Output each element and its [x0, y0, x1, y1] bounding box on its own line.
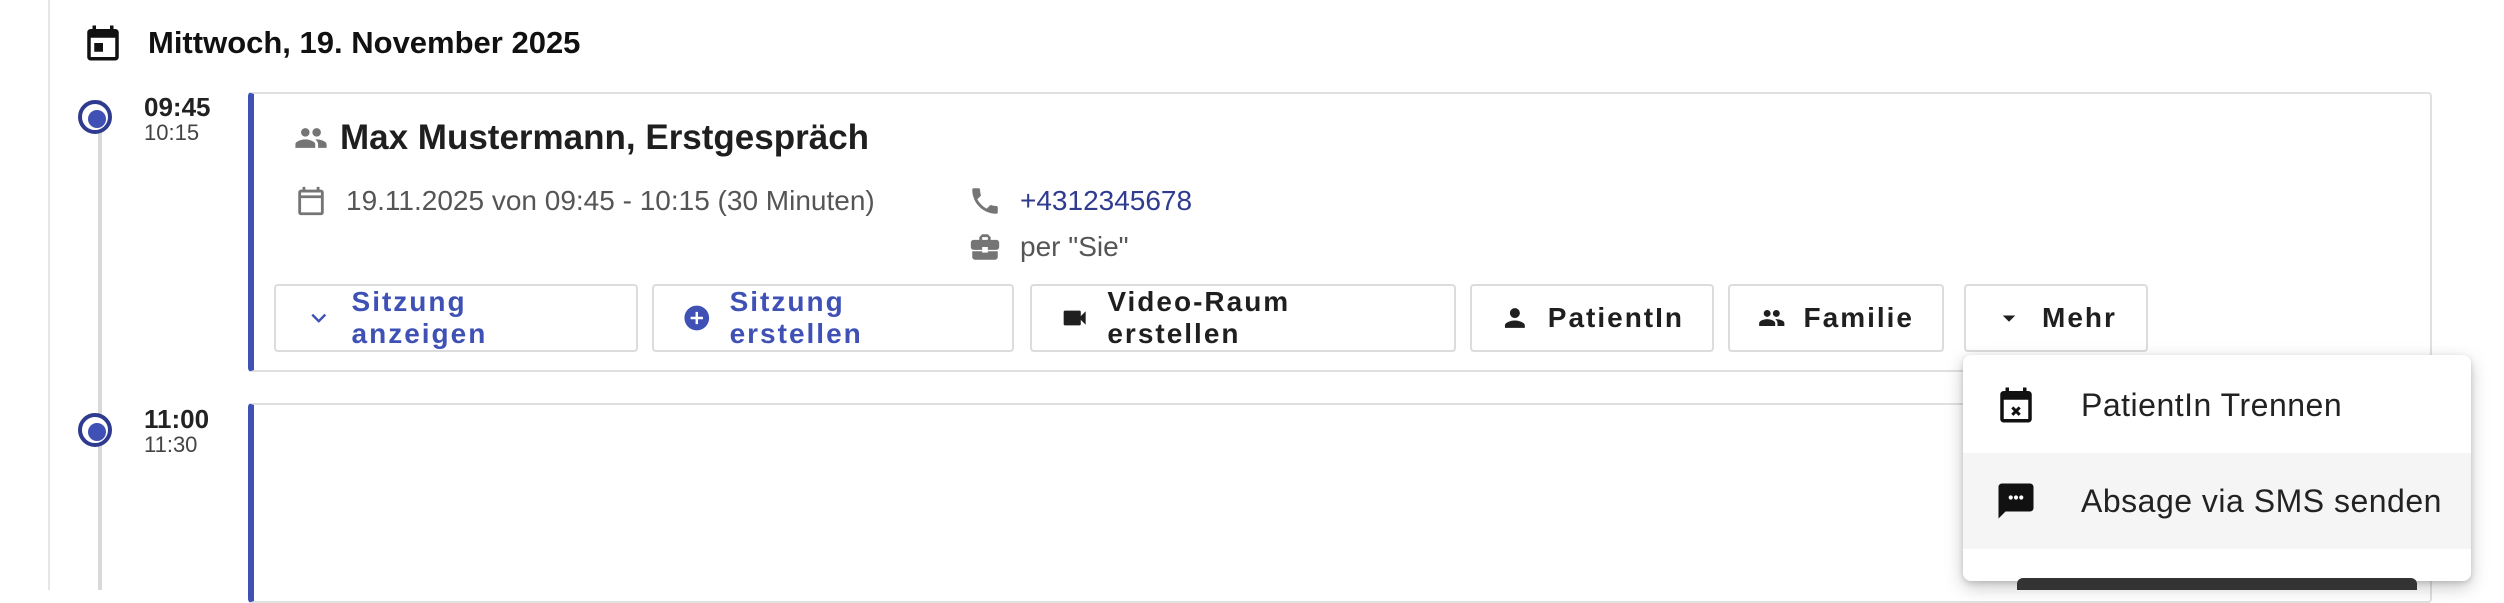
show-session-label: Sitzung anzeigen	[351, 286, 488, 349]
appointment-card[interactable]: Max Mustermann, Erstgespräch 19.11.2025 …	[248, 92, 2432, 372]
more-menu: PatientIn Trennen Absage via SMS senden	[1963, 355, 2471, 581]
phone-link[interactable]: +4312345678	[1020, 185, 1192, 217]
calendar-remove-icon	[2000, 387, 2032, 423]
snackbar-edge	[2017, 578, 2417, 590]
date-range: 19.11.2025 von 09:45 - 10:15 (30 Minuten…	[346, 185, 875, 216]
create-video-room-label: Video-Raum erstellen	[1107, 286, 1291, 349]
create-session-label: Sitzung erstellen	[729, 286, 863, 349]
date-range-row: 19.11.2025 von 09:45 - 10:15 (30 Minuten…	[294, 184, 875, 218]
briefcase-icon	[970, 234, 1000, 260]
timeline-dot	[78, 413, 112, 447]
start-time: 11:00	[144, 404, 210, 434]
phone-icon	[972, 188, 998, 214]
menu-item-unlink-patient[interactable]: PatientIn Trennen	[1963, 357, 2471, 453]
appointment-title: Max Mustermann, Erstgespräch	[294, 118, 869, 158]
more-button[interactable]: Mehr	[1964, 284, 2148, 352]
add-circle-icon	[684, 305, 710, 331]
address-form: per "Sie"	[1020, 231, 1129, 262]
caret-down-icon	[2002, 315, 2016, 322]
chevron-down-icon	[311, 313, 327, 323]
create-video-room-button[interactable]: Video-Raum erstellen	[1030, 284, 1456, 352]
start-time: 09:45	[144, 92, 211, 122]
address-form-row: per "Sie"	[968, 230, 1129, 264]
show-session-button[interactable]: Sitzung anzeigen	[274, 284, 638, 352]
appointment-title-text: Max Mustermann, Erstgespräch	[340, 118, 870, 157]
patient-label: PatientIn	[1547, 302, 1684, 333]
menu-item-label: Absage via SMS senden	[2081, 482, 2442, 519]
family-button[interactable]: Familie	[1728, 284, 1944, 352]
more-label: Mehr	[2042, 302, 2117, 333]
timeline-line	[98, 100, 102, 590]
people-icon	[295, 128, 327, 148]
end-time: 11:30	[144, 432, 198, 457]
person-icon	[1504, 308, 1525, 328]
date-header: Mittwoch, 19. November 2025	[82, 22, 580, 64]
timeline-dot	[78, 100, 112, 134]
end-time: 10:15	[144, 120, 200, 145]
date-title: Mittwoch, 19. November 2025	[148, 25, 581, 60]
people-icon	[1759, 309, 1785, 327]
create-session-button[interactable]: Sitzung erstellen	[652, 284, 1014, 352]
calendar-icon	[298, 186, 324, 216]
calendar-icon	[87, 25, 119, 61]
phone-row[interactable]: +4312345678	[968, 184, 1192, 218]
patient-button[interactable]: PatientIn	[1470, 284, 1714, 352]
time-block: 11:00 11:30	[144, 405, 209, 457]
sms-icon	[1998, 483, 2034, 519]
menu-item-label: PatientIn Trennen	[2081, 386, 2343, 423]
time-block: 09:45 10:15	[144, 93, 211, 145]
menu-item-cancel-sms[interactable]: Absage via SMS senden	[1963, 453, 2471, 549]
family-label: Familie	[1803, 302, 1914, 333]
videocam-icon	[1063, 310, 1086, 326]
